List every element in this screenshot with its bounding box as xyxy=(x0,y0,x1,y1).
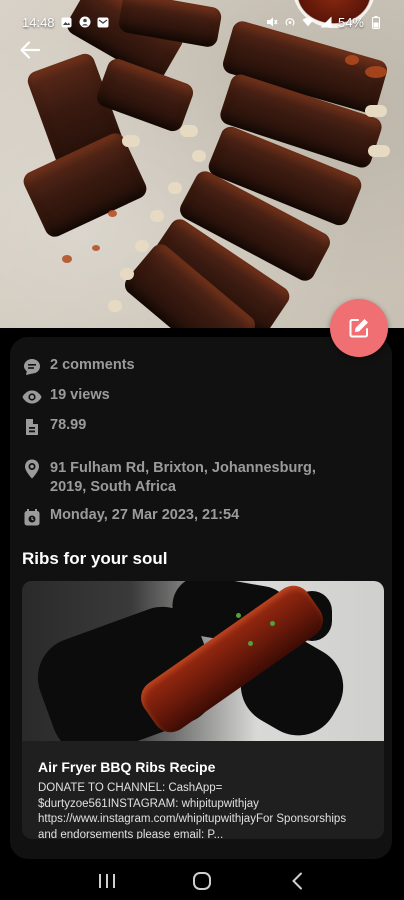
rib-bone xyxy=(120,268,134,280)
rib-bone xyxy=(180,125,198,137)
status-left: 14:48 xyxy=(22,15,109,30)
edit-fab-button[interactable] xyxy=(330,299,388,357)
arrow-left-icon xyxy=(20,41,40,59)
back-button[interactable] xyxy=(14,38,46,62)
sauce-drop xyxy=(108,210,117,217)
status-right: 54% xyxy=(266,15,382,30)
home-icon xyxy=(192,872,211,890)
video-description: DONATE TO CHANNEL: CashApp= $durtyzoe561… xyxy=(38,782,347,839)
home-button[interactable] xyxy=(188,867,216,895)
calendar-icon xyxy=(22,507,42,527)
views-row: 19 views xyxy=(22,387,380,407)
rib-bone xyxy=(192,150,206,162)
price-tag-icon xyxy=(22,417,42,437)
system-navigation-bar xyxy=(0,862,404,900)
rib-bone xyxy=(368,145,390,157)
account-notification-icon xyxy=(79,16,91,28)
nav-back-icon xyxy=(291,872,302,890)
battery-percent: 54% xyxy=(337,14,364,30)
price-row: 78.99 xyxy=(22,417,380,437)
sauce-drop xyxy=(92,245,100,251)
video-card[interactable]: Air Fryer BBQ Ribs Recipe DONATE TO CHAN… xyxy=(22,581,384,839)
wifi-icon xyxy=(302,16,314,28)
sauce-drop xyxy=(345,55,359,65)
status-time: 14:48 xyxy=(22,14,55,30)
comments-count: 2 comments xyxy=(50,357,135,373)
comment-icon xyxy=(22,357,42,377)
edit-icon xyxy=(349,319,368,338)
signal-icon xyxy=(320,16,332,28)
herb-garnish xyxy=(248,641,253,646)
rib-bone xyxy=(150,210,164,222)
sauce-drop xyxy=(62,255,72,263)
recents-icon xyxy=(99,874,116,888)
battery-icon xyxy=(370,15,382,29)
views-count: 19 views xyxy=(50,387,110,403)
recents-button[interactable] xyxy=(93,867,121,895)
eye-icon xyxy=(22,387,42,407)
location-pin-icon xyxy=(22,459,42,479)
price-value: 78.99 xyxy=(50,417,87,433)
hotspot-icon xyxy=(284,16,296,28)
video-title: Air Fryer BBQ Ribs Recipe xyxy=(38,759,216,775)
nav-back-button[interactable] xyxy=(283,867,311,895)
hero-photo xyxy=(0,0,404,328)
rib-bone xyxy=(365,105,387,117)
rib-bone xyxy=(122,135,140,147)
mail-notification-icon xyxy=(97,16,109,28)
gallery-notification-icon xyxy=(61,16,73,28)
details-card: 2 comments 19 views 78.99 91 Fulham Rd, … xyxy=(10,337,392,859)
sauce-drop xyxy=(365,66,387,78)
rib-bone xyxy=(108,300,122,312)
status-bar: 14:48 54% xyxy=(0,0,404,44)
herb-garnish xyxy=(270,621,275,626)
rib-bone xyxy=(135,240,149,252)
mute-icon xyxy=(266,16,278,28)
date-text: Monday, 27 Mar 2023, 21:54 xyxy=(50,507,240,523)
address-text: 91 Fulham Rd, Brixton, Johannesburg, 201… xyxy=(50,460,316,495)
video-thumbnail xyxy=(22,581,384,741)
date-row: Monday, 27 Mar 2023, 21:54 xyxy=(22,507,380,527)
comments-row[interactable]: 2 comments xyxy=(22,357,380,377)
section-title: Ribs for your soul xyxy=(22,549,168,568)
herb-garnish xyxy=(236,613,241,618)
rib-bone xyxy=(168,182,182,194)
address-row[interactable]: 91 Fulham Rd, Brixton, Johannesburg, 201… xyxy=(22,459,380,497)
